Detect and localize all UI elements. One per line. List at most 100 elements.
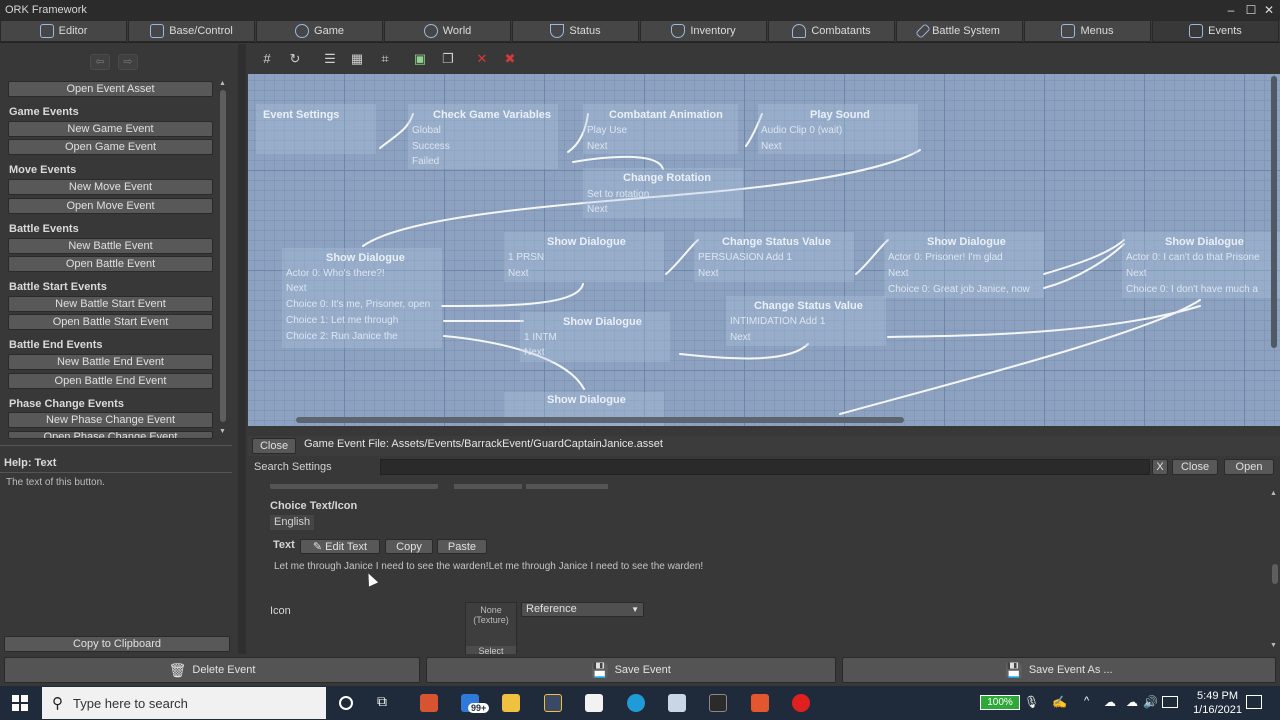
file-explorer-icon[interactable]	[502, 694, 520, 712]
pen-icon[interactable]: ✍	[1052, 695, 1067, 709]
tab-editor[interactable]: Editor	[0, 20, 127, 42]
reference-dropdown[interactable]: Reference ▼	[521, 602, 644, 617]
node-title: Change Rotation	[623, 172, 711, 184]
battery-icon[interactable]	[1162, 696, 1178, 708]
scroll-thumb[interactable]	[1271, 76, 1277, 348]
chevron-up-icon[interactable]: ^	[1084, 695, 1089, 707]
open-event-asset-button[interactable]: Open Event Asset	[8, 81, 213, 97]
sidebar-scrollbar[interactable]: ▲ ▼	[218, 80, 228, 438]
taskbar-clock[interactable]: 5:49 PM 1/16/2021	[1193, 689, 1242, 717]
microphone-icon[interactable]: 🎙	[1024, 695, 1039, 709]
graph-vertical-scrollbar[interactable]	[1268, 74, 1280, 414]
tab-inventory[interactable]: Inventory	[640, 20, 767, 42]
save-icon: 💾	[591, 661, 609, 678]
new-battle-event-button[interactable]: New Battle Event	[8, 238, 213, 254]
recorder-icon[interactable]	[792, 694, 810, 712]
close-file-button[interactable]: Close	[252, 438, 296, 454]
align-nodes-icon[interactable]: ☰	[320, 50, 340, 68]
refresh-icon[interactable]: ↻	[285, 50, 305, 68]
app-icon[interactable]	[420, 694, 438, 712]
delete-node-icon[interactable]: ✕	[472, 50, 492, 68]
copy-button[interactable]: Copy	[385, 539, 433, 554]
tab-game[interactable]: Game	[256, 20, 383, 42]
app-icon[interactable]	[668, 694, 686, 712]
notifications-icon[interactable]	[1246, 695, 1262, 709]
paste-button[interactable]: Paste	[437, 539, 487, 554]
app-icon[interactable]	[751, 694, 769, 712]
volume-icon[interactable]: 🔊	[1143, 695, 1158, 709]
new-battle-end-event-button[interactable]: New Battle End Event	[8, 354, 213, 370]
graph-toolbar: # ↻ ☰ ▦ ⌗ ▣ ❐ ✕ ✖	[248, 48, 1278, 72]
open-battle-event-button[interactable]: Open Battle Event	[8, 256, 213, 272]
battery-indicator[interactable]: 100%	[980, 695, 1020, 710]
tab-status[interactable]: Status	[512, 20, 639, 42]
delete-event-label: Delete Event	[192, 664, 256, 676]
scroll-thumb[interactable]	[220, 90, 226, 422]
open-game-event-button[interactable]: Open Game Event	[8, 139, 213, 155]
node-line: Next	[1126, 268, 1147, 279]
crop-icon[interactable]: ⌗	[375, 50, 395, 68]
texture-select-button[interactable]: Select	[466, 646, 516, 654]
new-game-event-button[interactable]: New Game Event	[8, 121, 213, 137]
open-search-button[interactable]: Open	[1224, 459, 1274, 475]
new-move-event-button[interactable]: New Move Event	[8, 179, 213, 195]
app-icon[interactable]	[544, 694, 562, 712]
open-phase-change-event-button[interactable]: Open Phase Change Event	[8, 431, 213, 439]
node-line: Actor 0: Prisoner! I'm glad	[888, 252, 1003, 263]
cloud-icon[interactable]: ☁	[1104, 695, 1116, 709]
copy-to-clipboard-button[interactable]: Copy to Clipboard	[4, 636, 230, 652]
unity-icon[interactable]	[709, 694, 727, 712]
windows-start-icon[interactable]	[12, 695, 28, 711]
panel-splitter[interactable]	[238, 44, 246, 654]
save-event-button[interactable]: 💾 Save Event	[426, 657, 836, 683]
delete-all-icon[interactable]: ✖	[500, 50, 520, 68]
editor-scroll-thumb[interactable]	[1272, 564, 1278, 584]
save-event-as-button[interactable]: 💾 Save Event As ...	[842, 657, 1276, 683]
store-icon[interactable]	[585, 694, 603, 712]
maximize-icon[interactable]: ☐	[1242, 0, 1260, 20]
clear-search-button[interactable]: X	[1152, 459, 1168, 475]
tab-world[interactable]: World	[384, 20, 511, 42]
close-icon[interactable]: ✕	[1260, 0, 1278, 20]
close-search-button[interactable]: Close	[1172, 459, 1218, 475]
new-battle-start-event-button[interactable]: New Battle Start Event	[8, 296, 213, 312]
tab-base-control[interactable]: Base/Control	[128, 20, 255, 42]
cortana-icon[interactable]	[339, 696, 353, 710]
taskbar-search-box[interactable]: ⚲ Type here to search	[42, 687, 326, 719]
file-path: Game Event File: Assets/Events/BarrackEv…	[304, 438, 663, 450]
texture-slot[interactable]: None (Texture) Select	[465, 602, 517, 654]
scroll-thumb[interactable]	[296, 417, 904, 423]
forward-arrow-icon[interactable]: ⇨	[118, 54, 138, 70]
copy-node-icon[interactable]: ❐	[438, 50, 458, 68]
back-arrow-icon[interactable]: ⇦	[90, 54, 110, 70]
graph-horizontal-scrollbar[interactable]	[250, 414, 1280, 426]
scroll-up-icon[interactable]: ▲	[1270, 490, 1277, 497]
add-node-icon[interactable]: ▣	[410, 50, 430, 68]
text-value[interactable]: Let me through Janice I need to see the …	[274, 561, 703, 572]
minimize-icon[interactable]: –	[1222, 0, 1240, 20]
task-view-icon[interactable]: ⧉	[377, 693, 387, 710]
event-graph-canvas[interactable]: Event Settings Check Game Variables Glob…	[248, 74, 1280, 426]
history-nav: ⇦ ⇨	[90, 54, 140, 70]
cloud-icon[interactable]: ☁	[1126, 695, 1138, 709]
new-phase-change-event-button[interactable]: New Phase Change Event	[8, 412, 213, 428]
grid-icon[interactable]: #	[257, 50, 277, 68]
tab-events[interactable]: Events	[1152, 20, 1279, 42]
edge-icon[interactable]	[627, 694, 645, 712]
tab-battle-system[interactable]: Battle System	[896, 20, 1023, 42]
node-title: Show Dialogue	[1165, 236, 1244, 248]
scroll-down-icon[interactable]: ▼	[1270, 642, 1277, 649]
arrange-nodes-icon[interactable]: ▦	[347, 50, 367, 68]
open-move-event-button[interactable]: Open Move Event	[8, 198, 213, 214]
language-tab[interactable]: English	[270, 515, 314, 530]
open-battle-start-event-button[interactable]: Open Battle Start Event	[8, 314, 213, 330]
delete-event-button[interactable]: 🗑 Delete Event	[4, 657, 420, 683]
tab-menus[interactable]: Menus	[1024, 20, 1151, 42]
search-input[interactable]	[380, 459, 1150, 475]
scroll-down-icon[interactable]: ▼	[219, 428, 226, 435]
scroll-up-icon[interactable]: ▲	[219, 80, 226, 87]
edit-text-button[interactable]: ✎ Edit Text	[300, 539, 380, 554]
notification-badge: 99+	[468, 703, 490, 713]
tab-combatants[interactable]: Combatants	[768, 20, 895, 42]
open-battle-end-event-button[interactable]: Open Battle End Event	[8, 373, 213, 389]
